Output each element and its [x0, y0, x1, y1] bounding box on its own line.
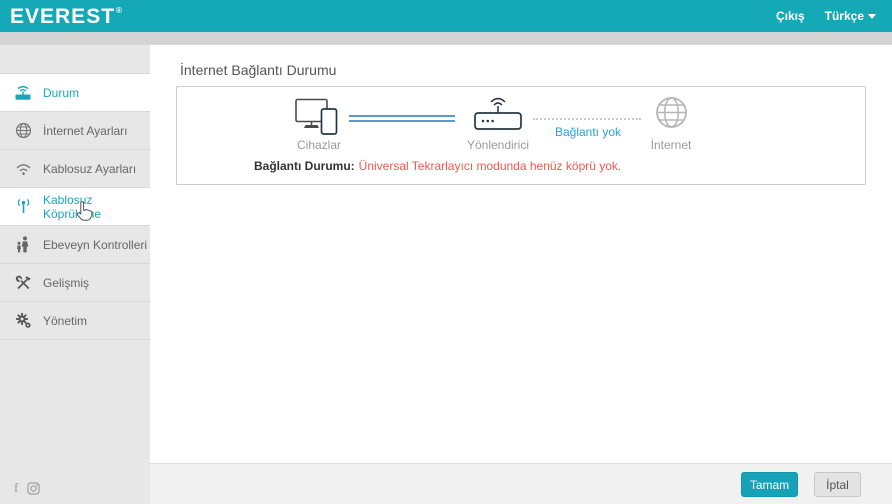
topbar-links: Çıkış Türkçe — [776, 9, 876, 23]
footer-bar: Tamam İptal — [150, 463, 892, 504]
gears-icon — [14, 312, 32, 329]
router-icon — [14, 84, 32, 101]
cancel-button[interactable]: İptal — [814, 472, 861, 497]
sidebar-item-gelismis[interactable]: Gelişmiş — [0, 264, 150, 302]
top-bar: EVEREST® Çıkış Türkçe — [0, 0, 892, 32]
sidebar-item-label: Yönetim — [43, 314, 87, 328]
social-links: f — [14, 480, 40, 496]
sidebar: Durum İnternet Ayarları — [0, 45, 150, 504]
sidebar-item-kablosuz-koprulerme[interactable]: Kablosuz Köprüleme — [0, 188, 150, 226]
sidebar-item-kablosuz-ayarlari[interactable]: Kablosuz Ayarları — [0, 150, 150, 188]
sidebar-item-label: Gelişmiş — [43, 276, 89, 290]
wifi-icon — [14, 160, 32, 177]
registered-mark: ® — [116, 7, 123, 15]
sidebar-item-label: Kablosuz Ayarları — [43, 162, 136, 176]
router-device-icon — [471, 92, 525, 134]
page-title: İnternet Bağlantı Durumu — [180, 62, 336, 78]
connection-line-top — [349, 115, 455, 117]
devices-icon — [295, 98, 341, 136]
sidebar-item-label: Kablosuz Köprüleme — [43, 193, 150, 221]
sidebar-item-internet-ayarlari[interactable]: İnternet Ayarları — [0, 112, 150, 150]
sidebar-item-ebeveyn-kontrolleri[interactable]: Ebeveyn Kontrolleri — [0, 226, 150, 264]
node-label-internet: İnternet — [651, 138, 692, 152]
logo-text: EVEREST — [10, 6, 115, 27]
sidebar-nav: Durum İnternet Ayarları — [0, 73, 150, 340]
everest-logo: EVEREST® — [10, 6, 123, 27]
sidebar-item-label: Ebeveyn Kontrolleri — [43, 238, 147, 252]
tools-icon — [14, 274, 32, 291]
node-label-devices: Cihazlar — [297, 138, 341, 152]
chevron-down-icon — [868, 14, 876, 19]
antenna-icon — [14, 198, 32, 215]
main-content: İnternet Bağlantı Durumu Cihazlar — [150, 45, 892, 462]
status-label: Bağlantı Durumu: — [254, 159, 355, 173]
status-error-text: Üniversal Tekrarlayıcı modunda henüz köp… — [359, 159, 622, 173]
connection-status-label: Bağlantı yok — [555, 125, 621, 139]
connection-status-panel: Cihazlar Yönlendirici Bağlantı yok — [176, 86, 866, 185]
node-label-router: Yönlendirici — [467, 138, 529, 152]
language-dropdown[interactable]: Türkçe — [825, 9, 876, 23]
sidebar-item-yonetim[interactable]: Yönetim — [0, 302, 150, 340]
globe-icon — [14, 122, 32, 139]
dotted-connection-line — [533, 118, 641, 120]
status-line: Bağlantı Durumu: Üniversal Tekrarlayıcı m… — [254, 159, 621, 173]
language-label: Türkçe — [825, 9, 864, 23]
sidebar-item-durum[interactable]: Durum — [0, 74, 150, 112]
sidebar-item-label: İnternet Ayarları — [43, 124, 128, 138]
parental-icon — [14, 236, 32, 253]
connection-line-bottom — [349, 120, 455, 122]
internet-globe-icon — [655, 96, 688, 129]
instagram-icon[interactable] — [27, 482, 40, 495]
ok-button[interactable]: Tamam — [741, 472, 798, 497]
facebook-icon[interactable]: f — [14, 480, 18, 496]
logout-link[interactable]: Çıkış — [776, 9, 805, 23]
header-band — [0, 32, 892, 45]
sidebar-item-label: Durum — [43, 86, 79, 100]
